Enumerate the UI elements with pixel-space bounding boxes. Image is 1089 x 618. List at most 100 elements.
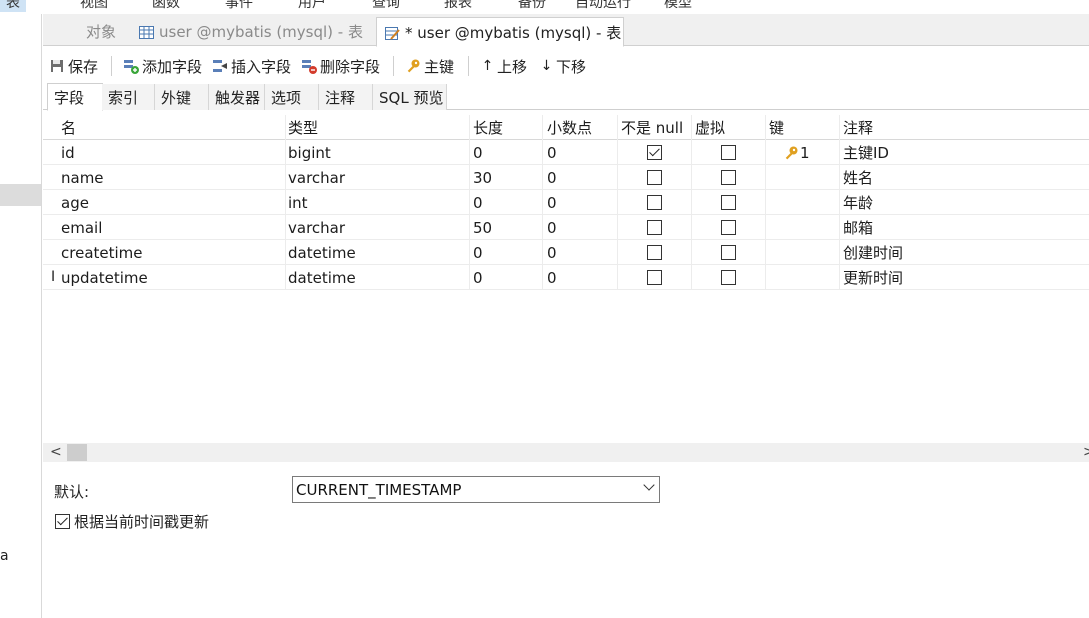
column-header-type[interactable]: 类型	[284, 115, 470, 140]
virtual-checkbox[interactable]	[720, 220, 736, 235]
cell-key[interactable]	[765, 190, 840, 215]
cell-decimals[interactable]: 0	[543, 140, 618, 165]
default-value-select[interactable]: CURRENT_TIMESTAMP	[292, 476, 660, 503]
menu-item-automation[interactable]: 自动运行	[575, 0, 631, 12]
menu-item-table[interactable]: 表	[0, 0, 26, 12]
menu-item-model[interactable]: 模型	[664, 0, 692, 12]
not-null-checkbox[interactable]	[646, 220, 662, 235]
cell-comment[interactable]: 年龄	[839, 190, 1089, 215]
cell-length[interactable]: 30	[469, 165, 543, 190]
tab-triggers[interactable]: 触发器	[209, 84, 265, 110]
scroll-left-arrow[interactable]: <	[50, 443, 62, 462]
cell-type[interactable]: datetime	[284, 265, 470, 290]
cell-virtual[interactable]	[691, 215, 766, 240]
table-row[interactable]: email varchar 50 0 邮箱	[43, 215, 1089, 240]
cell-decimals[interactable]: 0	[543, 190, 618, 215]
sidebar-selected-row[interactable]	[0, 184, 41, 206]
column-header-comment[interactable]: 注释	[839, 115, 1089, 140]
cell-length[interactable]: 50	[469, 215, 543, 240]
column-header-key[interactable]: 键	[765, 115, 840, 140]
cell-key[interactable]	[765, 215, 840, 240]
table-row[interactable]: updatetime datetime 0 0 更新时间 I	[43, 265, 1089, 290]
tab-foreign-keys[interactable]: 外键	[155, 84, 209, 110]
scroll-right-arrow[interactable]: >	[1083, 443, 1089, 462]
tab-fields[interactable]: 字段	[47, 83, 103, 111]
update-checkbox[interactable]	[55, 514, 70, 529]
cell-name[interactable]: age	[57, 190, 286, 215]
cell-type[interactable]: int	[284, 190, 470, 215]
cell-name[interactable]: name	[57, 165, 286, 190]
cell-decimals[interactable]: 0	[543, 165, 618, 190]
cell-not-null[interactable]	[617, 215, 692, 240]
not-null-checkbox[interactable]	[646, 195, 662, 210]
cell-comment[interactable]: 姓名	[839, 165, 1089, 190]
menu-item-view[interactable]: 视图	[80, 0, 108, 12]
horizontal-scrollbar[interactable]: < >	[43, 443, 1089, 462]
tab-comments[interactable]: 注释	[319, 84, 373, 110]
cell-key[interactable]	[765, 265, 840, 290]
not-null-checkbox[interactable]	[646, 270, 662, 285]
table-row[interactable]: createtime datetime 0 0 创建时间	[43, 240, 1089, 265]
cell-type[interactable]: varchar	[284, 165, 470, 190]
cell-type[interactable]: bigint	[284, 140, 470, 165]
cell-name[interactable]: updatetime	[57, 265, 286, 290]
cell-virtual[interactable]	[691, 240, 766, 265]
column-header-decimals[interactable]: 小数点	[543, 115, 618, 140]
table-row[interactable]: age int 0 0 年龄	[43, 190, 1089, 215]
primary-key-button[interactable]: 主键	[405, 52, 454, 80]
cell-key[interactable]: 1	[765, 140, 840, 165]
tab-user-table-design[interactable]: * user @mybatis (mysql) - 表	[376, 17, 624, 47]
virtual-checkbox[interactable]	[720, 145, 736, 160]
menu-item-user[interactable]: 用户	[298, 0, 326, 12]
add-field-button[interactable]: 添加字段	[123, 52, 202, 80]
cell-name[interactable]: createtime	[57, 240, 286, 265]
tab-sql-preview[interactable]: SQL 预览	[373, 84, 447, 110]
cell-key[interactable]	[765, 240, 840, 265]
virtual-checkbox[interactable]	[720, 170, 736, 185]
column-header-virtual[interactable]: 虚拟	[691, 115, 766, 140]
cell-length[interactable]: 0	[469, 240, 543, 265]
cell-comment[interactable]: 邮箱	[839, 215, 1089, 240]
move-up-button[interactable]: ↑ 上移	[481, 52, 527, 80]
cell-comment[interactable]: 创建时间	[839, 240, 1089, 265]
cell-not-null[interactable]	[617, 190, 692, 215]
cell-key[interactable]	[765, 165, 840, 190]
virtual-checkbox[interactable]	[720, 245, 736, 260]
not-null-checkbox[interactable]	[646, 245, 662, 260]
table-row[interactable]: name varchar 30 0 姓名	[43, 165, 1089, 190]
save-button[interactable]: 保存	[49, 52, 98, 80]
tab-options[interactable]: 选项	[265, 84, 319, 110]
cell-decimals[interactable]: 0	[543, 265, 618, 290]
move-down-button[interactable]: ↓ 下移	[540, 52, 586, 80]
cell-not-null[interactable]	[617, 265, 692, 290]
menu-item-event[interactable]: 事件	[225, 0, 253, 12]
menu-item-function[interactable]: 函数	[152, 0, 180, 12]
column-header-name[interactable]: 名	[57, 115, 286, 140]
cell-virtual[interactable]	[691, 140, 766, 165]
cell-not-null[interactable]	[617, 165, 692, 190]
cell-comment[interactable]: 主键ID	[839, 140, 1089, 165]
column-header-length[interactable]: 长度	[469, 115, 543, 140]
virtual-checkbox[interactable]	[720, 270, 736, 285]
cell-decimals[interactable]: 0	[543, 240, 618, 265]
tab-indexes[interactable]: 索引	[102, 84, 155, 110]
update-on-current-timestamp[interactable]: 根据当前时间戳更新	[55, 511, 209, 532]
table-row[interactable]: id bigint 0 0 1 主键ID	[43, 140, 1089, 165]
cell-name[interactable]: email	[57, 215, 286, 240]
tab-user-table[interactable]: user @mybatis (mysql) - 表	[131, 17, 371, 46]
menu-item-backup[interactable]: 备份	[518, 0, 546, 12]
not-null-checkbox[interactable]	[646, 145, 662, 160]
tab-objects[interactable]: 对象	[63, 17, 139, 46]
cell-length[interactable]: 0	[469, 190, 543, 215]
cell-name[interactable]: id	[57, 140, 286, 165]
cell-length[interactable]: 0	[469, 140, 543, 165]
cell-virtual[interactable]	[691, 265, 766, 290]
not-null-checkbox[interactable]	[646, 170, 662, 185]
virtual-checkbox[interactable]	[720, 195, 736, 210]
cell-virtual[interactable]	[691, 190, 766, 215]
column-header-not-null[interactable]: 不是 null	[617, 115, 692, 140]
cell-not-null[interactable]	[617, 140, 692, 165]
delete-field-button[interactable]: 删除字段	[301, 52, 380, 80]
cell-type[interactable]: varchar	[284, 215, 470, 240]
cell-comment[interactable]: 更新时间	[839, 265, 1089, 290]
